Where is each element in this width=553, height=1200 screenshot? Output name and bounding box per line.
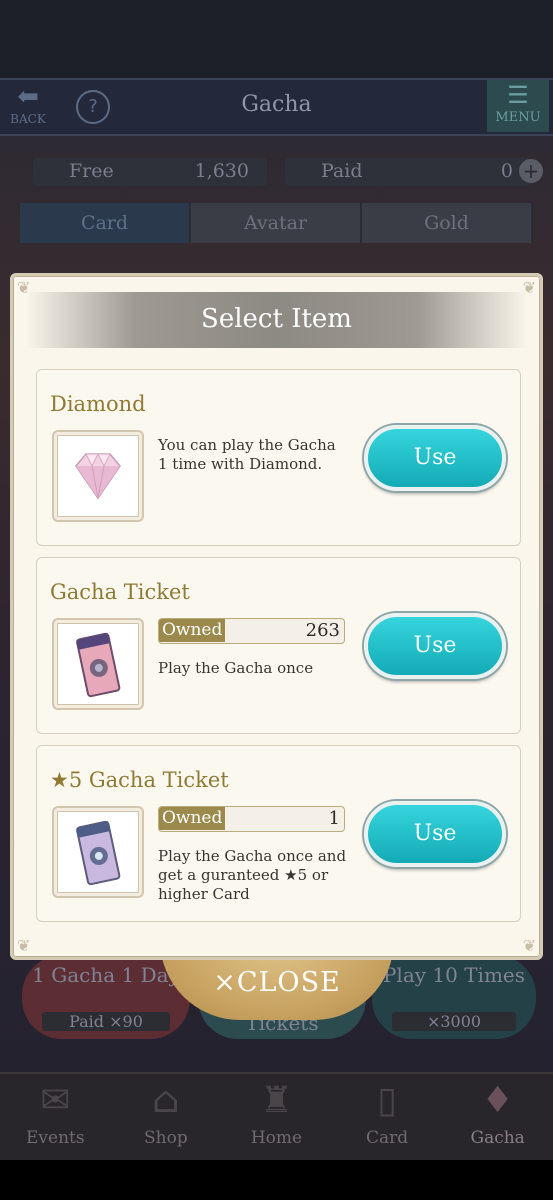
card-icon: ▯	[377, 1080, 397, 1121]
owned-label: Owned	[159, 619, 225, 642]
ten-gacha-cost: ×3000	[392, 1012, 516, 1031]
item-description-line: You can play the Gacha	[158, 436, 336, 454]
tab-avatar[interactable]: Avatar	[191, 203, 362, 243]
owned-value: 1	[328, 808, 340, 829]
castle-icon: ♜	[260, 1080, 293, 1121]
nav-home-label: Home	[250, 1128, 303, 1148]
owned-label: Owned	[159, 807, 225, 830]
item-star5-gacha-ticket: ★5 Gacha Ticket Owned 1 Play the Gacha o…	[36, 745, 521, 922]
item-description-line: Play the Gacha once and	[158, 847, 347, 865]
ticket-icon	[76, 632, 121, 698]
select-item-dialog: ❦ ❦ ❦ ❦ Select Item Diamond You can play…	[10, 273, 543, 960]
star5-ticket-thumbnail	[52, 806, 144, 898]
nav-home[interactable]: ♜ Home	[221, 1074, 332, 1162]
paid-currency-label: Paid	[321, 160, 363, 182]
item-description-line: get a guranteed ★5 or	[158, 866, 329, 884]
nav-card-label: Card	[366, 1128, 409, 1148]
shop-icon: ⌂	[152, 1080, 180, 1121]
owned-count-bar: Owned 263	[158, 618, 345, 644]
nav-shop[interactable]: ⌂ Shop	[111, 1074, 222, 1162]
gacha-tabs: Card Avatar Gold	[20, 203, 533, 243]
owned-count-bar: Owned 1	[158, 806, 345, 832]
nav-shop-label: Shop	[144, 1128, 188, 1148]
dialog-title: Select Item	[201, 304, 352, 334]
corner-ornament-icon: ❦	[522, 936, 536, 955]
free-currency-value: 1,630	[194, 160, 249, 182]
item-name: Gacha Ticket	[50, 580, 190, 604]
owned-value: 263	[305, 620, 340, 641]
system-nav-bar	[0, 1160, 553, 1200]
paid-currency-value: 0	[500, 160, 513, 182]
bottom-nav: ✉ Events ⌂ Shop ♜ Home ▯ Card ♦ Gacha	[0, 1072, 553, 1162]
star5-ticket-icon	[76, 820, 121, 886]
item-description: Play the Gacha once	[158, 659, 313, 678]
daily-gacha-cost: Paid ×90	[42, 1012, 170, 1031]
nav-gacha[interactable]: ♦ Gacha	[442, 1074, 553, 1162]
item-description-line: 1 time with Diamond.	[158, 455, 323, 473]
menu-icon: ☰	[507, 81, 529, 109]
item-gacha-ticket: Gacha Ticket Owned 263 Play the Gacha on…	[36, 557, 521, 734]
menu-label: MENU	[495, 110, 541, 125]
status-strip	[0, 0, 553, 78]
tab-gold[interactable]: Gold	[362, 203, 533, 243]
item-name: ★5 Gacha Ticket	[50, 768, 229, 792]
item-diamond: Diamond You can play the Gacha 1 time wi…	[36, 369, 521, 546]
nav-events[interactable]: ✉ Events	[0, 1074, 111, 1162]
free-currency-label: Free	[69, 160, 114, 182]
diamond-icon	[75, 452, 121, 500]
item-name: Diamond	[50, 392, 146, 416]
use-gacha-ticket-button[interactable]: Use	[364, 613, 506, 679]
item-description-line: Play the Gacha once	[158, 659, 314, 677]
free-currency: Free 1,630	[33, 158, 267, 186]
nav-events-label: Events	[26, 1128, 85, 1148]
corner-ornament-icon: ❦	[17, 936, 31, 955]
ten-gacha-button[interactable]: Play 10 Times ×3000	[372, 955, 536, 1039]
close-label: ×CLOSE	[213, 967, 341, 998]
menu-button[interactable]: ☰ MENU	[487, 80, 549, 132]
use-star5-ticket-button[interactable]: Use	[364, 801, 506, 867]
diamond-thumbnail	[52, 430, 144, 522]
tab-card[interactable]: Card	[20, 203, 191, 243]
gacha-icon: ♦	[481, 1080, 514, 1121]
page-title: Gacha	[241, 92, 312, 117]
add-currency-button[interactable]: +	[519, 159, 543, 183]
dialog-title-band: Select Item	[25, 292, 528, 348]
item-description: Play the Gacha once and get a guranteed …	[158, 847, 346, 904]
ticket-thumbnail	[52, 618, 144, 710]
item-description: You can play the Gacha 1 time with Diamo…	[158, 436, 336, 474]
events-icon: ✉	[40, 1080, 71, 1121]
top-bar: ⬅ BACK ? Gacha ☰ MENU	[0, 78, 553, 136]
use-diamond-button[interactable]: Use	[364, 425, 506, 491]
nav-gacha-label: Gacha	[470, 1128, 525, 1148]
nav-card[interactable]: ▯ Card	[332, 1074, 443, 1162]
item-description-line: higher Card	[158, 885, 250, 903]
paid-currency: Paid 0 +	[285, 158, 543, 186]
